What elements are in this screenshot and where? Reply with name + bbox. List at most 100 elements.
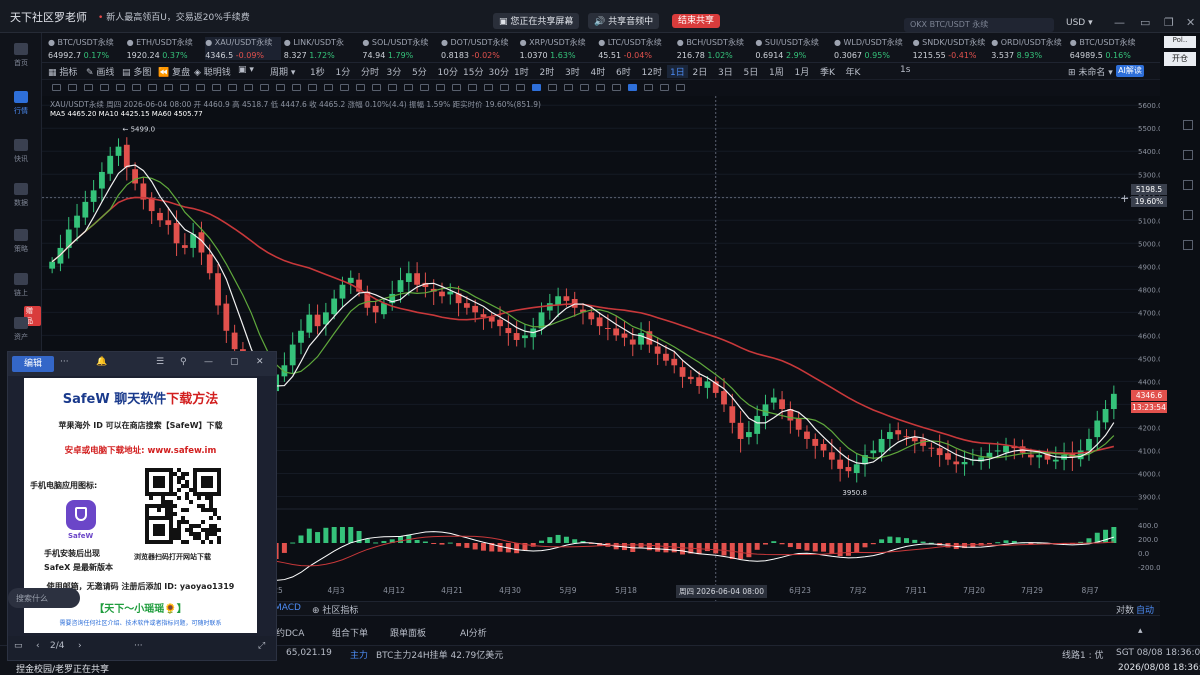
drawing-tool-icon[interactable] xyxy=(372,84,381,91)
drawing-tool-icon[interactable] xyxy=(116,84,125,91)
tab-combo-order[interactable]: 组合下单 xyxy=(332,626,368,639)
more-options-icon[interactable]: ··· xyxy=(134,641,143,651)
tab-macd[interactable]: MACD xyxy=(274,603,301,613)
settings-icon[interactable] xyxy=(1183,120,1193,130)
replay-button[interactable]: ⏪ 复盘 xyxy=(158,65,190,78)
close-icon[interactable]: ✕ xyxy=(256,357,264,367)
announcement-ticker[interactable]: • 新人最高领百U，交易返20%手续费 xyxy=(98,10,250,23)
edit-button[interactable]: 编辑 xyxy=(12,356,54,372)
gallery-icon[interactable]: ▭ xyxy=(14,641,23,651)
drawing-tool-icon[interactable] xyxy=(564,84,573,91)
drawing-tool-icon[interactable] xyxy=(228,84,237,91)
drawing-tool-icon[interactable] xyxy=(180,84,189,91)
watchlist-item[interactable]: ● ETH/USDT永续 1920.24 0.37% xyxy=(127,37,203,60)
drawing-tool-icon[interactable] xyxy=(340,84,349,91)
minimize-icon[interactable]: — xyxy=(204,357,213,367)
order-icon[interactable] xyxy=(1183,210,1193,220)
minimize-icon[interactable]: — xyxy=(1114,16,1125,29)
drawing-tool-icon[interactable] xyxy=(596,84,605,91)
restore-icon[interactable]: ▭ xyxy=(1140,16,1150,29)
drawing-tool-icon[interactable] xyxy=(100,84,109,91)
period-option[interactable]: 2时 xyxy=(540,65,555,78)
nav-onchain[interactable]: 链上 xyxy=(0,273,42,298)
nav-strategy[interactable]: 策略 xyxy=(0,229,42,254)
watchlist-item[interactable]: ● SOL/USDT永续 74.94 1.79% xyxy=(362,37,438,60)
period-option[interactable]: 1日 xyxy=(667,65,688,78)
layout-icon[interactable]: ▣ ▾ xyxy=(238,65,254,75)
nav-home[interactable]: 首页 xyxy=(0,43,42,68)
drawing-tool-icon[interactable] xyxy=(484,84,493,91)
close-icon[interactable]: ✕ xyxy=(1186,16,1195,29)
watchlist-item[interactable]: ● SUI/USDT永续 0.6914 2.9% xyxy=(755,37,831,60)
drawing-tool-icon[interactable] xyxy=(452,84,461,91)
smart-money-button[interactable]: ◈ 聪明钱 xyxy=(194,65,231,78)
maximize-icon[interactable]: ▢ xyxy=(230,357,239,367)
period-option[interactable]: 3分 xyxy=(387,65,402,78)
watchlist-item[interactable]: ● SNDK/USDT永续 1215.55 -0.41% xyxy=(913,37,989,60)
layout-name-select[interactable]: ⊞ 未命名 ▾ xyxy=(1068,65,1113,78)
period-option[interactable]: 6时 xyxy=(616,65,631,78)
drawing-tool-icon[interactable] xyxy=(404,84,413,91)
nav-assets[interactable]: 资产 xyxy=(0,317,42,342)
period-option[interactable]: 30分 xyxy=(489,65,509,78)
drawing-tool-icon[interactable] xyxy=(660,84,669,91)
drawing-tool-icon[interactable] xyxy=(388,84,397,91)
drawing-tool-icon[interactable] xyxy=(68,84,77,91)
drawing-tool-icon[interactable] xyxy=(84,84,93,91)
watchlist-item[interactable]: ● XAU/USDT永续 4346.5 -0.09% xyxy=(205,37,282,60)
more-icon[interactable]: ··· xyxy=(60,357,69,367)
period-option[interactable]: 3日 xyxy=(718,65,733,78)
drawing-tool-icon[interactable] xyxy=(436,84,445,91)
drawing-tool-icon[interactable] xyxy=(276,84,285,91)
watchlist-item[interactable]: ● ORDI/USDT永续 3.537 8.93% xyxy=(991,37,1067,60)
price-axis[interactable]: 5600.05500.05400.05300.05200.05100.05000… xyxy=(1138,96,1163,601)
collapse-panel-icon[interactable]: ▴ xyxy=(1138,626,1143,636)
currency-select[interactable]: USD ▾ xyxy=(1066,18,1093,28)
nav-news[interactable]: 快讯 xyxy=(0,139,42,164)
drawing-tool-icon[interactable] xyxy=(244,84,253,91)
period-option[interactable]: 1分 xyxy=(336,65,351,78)
period-option[interactable]: 1月 xyxy=(795,65,810,78)
period-option[interactable]: 1时 xyxy=(514,65,529,78)
drawing-tool-icon[interactable] xyxy=(148,84,157,91)
indicators-button[interactable]: ▦ 指标 xyxy=(48,65,77,78)
tab-dca[interactable]: 约DCA xyxy=(276,626,304,639)
period-option[interactable]: 15分 xyxy=(463,65,483,78)
nav-data[interactable]: 数据 xyxy=(0,183,42,208)
period-option[interactable]: 4时 xyxy=(591,65,606,78)
trade-icon[interactable] xyxy=(1183,240,1193,250)
period-option[interactable]: 12时 xyxy=(642,65,662,78)
drawing-tool-icon[interactable] xyxy=(356,84,365,91)
nav-market[interactable]: 行情 xyxy=(0,91,42,116)
watchlist-item[interactable]: ● LTC/USDT永续 45.51 -0.04% xyxy=(598,37,674,60)
watchlist-item[interactable]: ● WLD/USDT永续 0.3067 0.95% xyxy=(834,37,910,60)
tab-copy-trading[interactable]: 跟单面板 xyxy=(390,626,426,639)
drawing-tool-icon[interactable] xyxy=(196,84,205,91)
pin-icon[interactable]: ⚲ xyxy=(180,357,187,367)
bell-icon[interactable]: 🔔 xyxy=(96,357,107,367)
open-position-button[interactable]: 开仓 xyxy=(1164,52,1196,66)
period-option[interactable]: 年K xyxy=(846,65,861,78)
watchlist-item[interactable]: ● BTC/USDT永续 64989.5 0.16% xyxy=(1070,37,1146,60)
drawing-tool-icon[interactable] xyxy=(52,84,61,91)
drawing-tool-icon[interactable] xyxy=(468,84,477,91)
depth-icon[interactable] xyxy=(1183,180,1193,190)
period-option[interactable]: 季K xyxy=(820,65,835,78)
period-option[interactable]: 2日 xyxy=(693,65,708,78)
drawing-tool-icon[interactable] xyxy=(420,84,429,91)
status-news-ticker[interactable]: BTC主力24H挂单 42.79亿美元 xyxy=(376,648,503,661)
drawing-tool-icon[interactable] xyxy=(516,84,525,91)
drawing-tool-icon[interactable] xyxy=(580,84,589,91)
side-panel-tab[interactable]: Pol.. xyxy=(1164,36,1196,48)
period-option[interactable]: 10分 xyxy=(438,65,458,78)
image-viewer-window[interactable]: 编辑 ··· 🔔 ☰ ⚲ — ▢ ✕ SafeW 聊天软件下载方法 苹果海外 I… xyxy=(7,351,277,661)
period-option[interactable]: 1秒 xyxy=(310,65,325,78)
drawing-tool-icon[interactable] xyxy=(164,84,173,91)
prev-icon[interactable]: ‹ xyxy=(36,641,40,651)
drawing-tool-icon[interactable] xyxy=(212,84,221,91)
symbol-search-input[interactable]: OKX BTC/USDT 永续 xyxy=(904,18,1054,32)
alert-icon[interactable] xyxy=(1183,150,1193,160)
drawing-tool-icon[interactable] xyxy=(532,84,541,91)
next-icon[interactable]: › xyxy=(78,641,82,651)
drawing-tool-icon[interactable] xyxy=(612,84,621,91)
